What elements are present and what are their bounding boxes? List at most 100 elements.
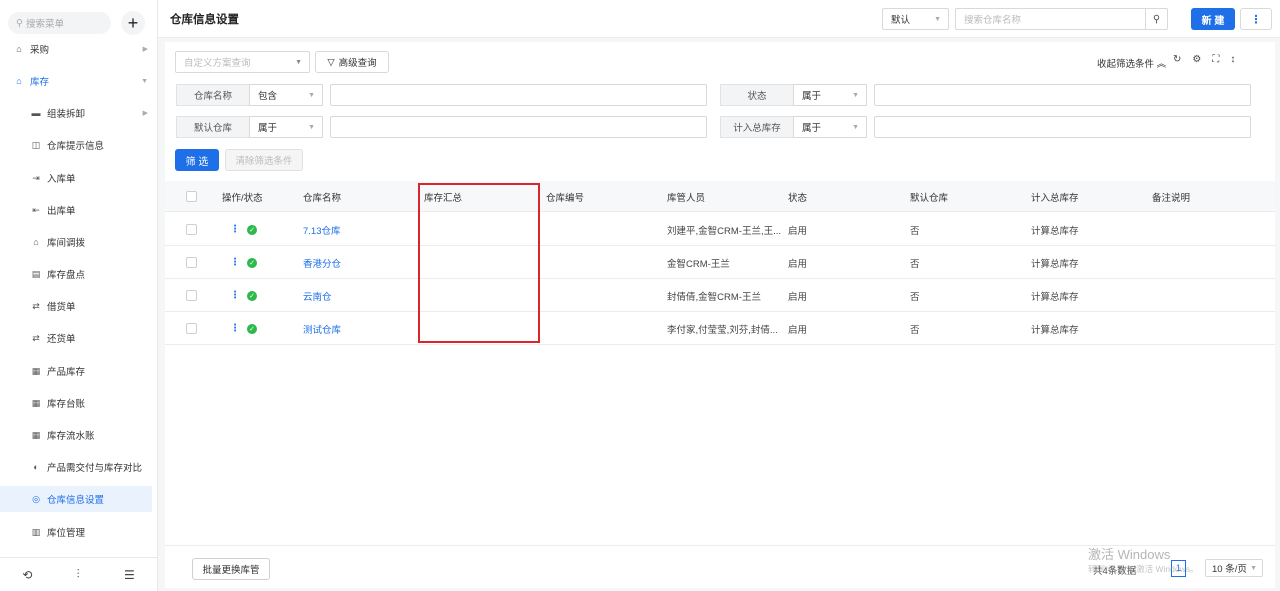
chevron-down-icon: ▼ xyxy=(308,123,315,131)
status-cell: 启用 xyxy=(788,258,808,270)
sidebar-item-inventory[interactable]: ⌂ 库存 ▼ xyxy=(0,68,152,94)
row-actions: ⋮ ✓ xyxy=(230,246,257,279)
assembly-icon: ▬ xyxy=(31,108,41,118)
sidebar-item-outbound[interactable]: ⇤ 出库单 xyxy=(0,197,152,223)
page-size-select[interactable]: 10 条/页 ▼ xyxy=(1205,559,1263,577)
outbound-icon: ⇤ xyxy=(32,204,40,215)
warehouse-name-link[interactable]: 7.13仓库 xyxy=(303,213,341,246)
sidebar-item-return[interactable]: ⇄ 还货单 xyxy=(0,325,152,351)
transfer-icon: ⌂ xyxy=(33,237,39,247)
sidebar-item-stock-ledger[interactable]: ▦ 库存台账 xyxy=(0,390,152,416)
row-checkbox[interactable] xyxy=(186,312,197,345)
fullscreen-icon[interactable]: ⛶ xyxy=(1212,54,1219,65)
info-card-icon: ◫ xyxy=(31,139,41,150)
chevron-down-icon: ▼ xyxy=(852,91,859,99)
warehouse-search-input[interactable]: 搜索仓库名称 ⚲ xyxy=(955,8,1168,30)
batch-change-keeper-button[interactable]: 批量更换库管 xyxy=(192,558,270,580)
row-menu-icon[interactable]: ⋮ xyxy=(230,257,240,268)
chevron-down-icon: ▼ xyxy=(295,58,302,66)
warehouse-name-link[interactable]: 测试仓库 xyxy=(303,312,341,345)
collapse-filters-link[interactable]: 收起筛选条件 ︽ xyxy=(1097,56,1166,70)
row-checkbox[interactable] xyxy=(186,279,197,312)
warehouse-name-link[interactable]: 香港分仓 xyxy=(303,246,341,279)
count-total-cell: 计算总库存 xyxy=(1031,258,1079,270)
check-circle-icon: ✓ xyxy=(247,290,257,301)
warehouse-icon: ⌂ xyxy=(16,76,22,86)
sidebar-item-location[interactable]: ▥ 库位管理 xyxy=(0,519,152,545)
select-all-checkbox[interactable] xyxy=(186,181,197,212)
borrow-icon: ⇄ xyxy=(32,300,40,311)
status-cell: 启用 xyxy=(788,324,808,336)
filter-value-status[interactable] xyxy=(874,84,1251,106)
filter-op-default[interactable]: 属于 ▼ xyxy=(249,116,323,138)
inbound-icon: ⇥ xyxy=(32,172,40,183)
default-cell: 否 xyxy=(910,258,920,270)
row-height-icon[interactable]: ↕ xyxy=(1230,54,1235,65)
table-row[interactable]: ⋮ ✓ 云南仓 封倩倩,金智CRM-王兰 启用 否 计算总库存 xyxy=(165,279,1275,312)
col-note[interactable]: 备注说明 xyxy=(1152,181,1190,212)
filter-value-default[interactable] xyxy=(330,116,707,138)
keepers-cell: 封倩倩,金智CRM-王兰 xyxy=(667,291,761,303)
filter-value-total-stock[interactable] xyxy=(874,116,1251,138)
filter-op-name[interactable]: 包含 ▼ xyxy=(249,84,323,106)
sidebar-item-stocktake[interactable]: ▤ 库存盘点 xyxy=(0,261,152,287)
col-default-warehouse[interactable]: 默认仓库 xyxy=(910,181,948,212)
col-warehouse-code[interactable]: 仓库编号 xyxy=(546,181,584,212)
filter-button[interactable]: 筛 选 xyxy=(175,149,219,171)
row-menu-icon[interactable]: ⋮ xyxy=(230,224,240,235)
collapse-menu-icon[interactable]: ☰ xyxy=(124,568,135,582)
col-actions-status: 操作/状态 xyxy=(222,192,263,204)
sidebar-footer: ⟲ ⫶ ☰ xyxy=(0,557,157,591)
sidebar-item-delivery-compare[interactable]: ◐ 产品需交付与库存对比 xyxy=(0,454,152,480)
page-title: 仓库信息设置 xyxy=(170,14,239,26)
menu-search-input[interactable]: ⚲ 搜索菜单 xyxy=(8,12,111,34)
col-keepers[interactable]: 库管人员 xyxy=(667,181,705,212)
sidebar-item-inbound[interactable]: ⇥ 入库单 xyxy=(0,165,152,191)
search-icon[interactable]: ⚲ xyxy=(1145,9,1167,29)
sidebar-item-warehouse-tips[interactable]: ◫ 仓库提示信息 xyxy=(0,132,152,158)
sidebar-item-borrow[interactable]: ⇄ 借货单 xyxy=(0,293,152,319)
history-icon[interactable]: ⟲ xyxy=(22,568,32,582)
sidebar-item-transfer[interactable]: ⌂ 库间调拨 xyxy=(0,229,152,255)
table-row[interactable]: ⋮ ✓ 测试仓库 李付家,付莹莹,刘芬,封倩... 启用 否 计算总库存 xyxy=(165,312,1275,345)
chevron-down-icon: ▼ xyxy=(141,77,148,85)
refresh-icon[interactable]: ↻ xyxy=(1173,54,1181,65)
row-menu-icon[interactable]: ⋮ xyxy=(230,290,240,301)
sidebar-item-product-stock[interactable]: ▦ 产品库存 xyxy=(0,358,152,384)
clipboard-icon: ▤ xyxy=(31,268,41,279)
chevron-down-icon: ▼ xyxy=(852,123,859,131)
more-options-button[interactable]: ⋮ xyxy=(1240,8,1272,30)
col-count-total[interactable]: 计入总库存 xyxy=(1031,181,1079,212)
sidebar-item-stock-journal[interactable]: ▦ 库存流水账 xyxy=(0,422,152,448)
warehouse-name-link[interactable]: 云南仓 xyxy=(303,279,332,312)
filter-op-status[interactable]: 属于 ▼ xyxy=(793,84,867,106)
add-menu-button[interactable]: + xyxy=(121,11,145,35)
sidebar-item-assembly[interactable]: ▬ 组装拆卸 ▶ xyxy=(0,100,152,126)
sidebar-item-warehouse-settings[interactable]: ◎ 仓库信息设置 xyxy=(0,486,152,512)
new-button[interactable]: 新 建 xyxy=(1191,8,1235,30)
view-select[interactable]: 默认 ▼ xyxy=(882,8,949,30)
count-total-cell: 计算总库存 xyxy=(1031,291,1079,303)
ledger-icon: ▦ xyxy=(31,397,41,408)
clear-filters-button[interactable]: 清除筛选条件 xyxy=(225,149,303,171)
check-circle-icon: ✓ xyxy=(247,257,257,268)
custom-scheme-select[interactable]: 自定义方案查询 ▼ xyxy=(175,51,310,73)
table-row[interactable]: ⋮ ✓ 7.13仓库 刘建平,金智CRM-王兰,王... 启用 否 计算总库存 xyxy=(165,213,1275,246)
sliders-icon[interactable]: ⫶ xyxy=(77,567,80,582)
row-menu-icon[interactable]: ⋮ xyxy=(230,323,240,334)
default-cell: 否 xyxy=(910,225,920,237)
col-warehouse-name[interactable]: 仓库名称 xyxy=(303,181,341,212)
settings-icon[interactable]: ⚙ xyxy=(1192,54,1201,65)
row-checkbox[interactable] xyxy=(186,246,197,279)
half-circle-icon: ◐ xyxy=(33,462,39,472)
sidebar-item-purchase[interactable]: ⌂ 采购 ▶ xyxy=(0,36,152,62)
col-status[interactable]: 状态 xyxy=(788,181,807,212)
table-row[interactable]: ⋮ ✓ 香港分仓 金智CRM-王兰 启用 否 计算总库存 xyxy=(165,246,1275,279)
return-icon: ⇄ xyxy=(32,332,40,343)
filter-value-name[interactable] xyxy=(330,84,707,106)
row-checkbox[interactable] xyxy=(186,213,197,246)
check-circle-icon: ✓ xyxy=(247,323,257,334)
chevron-down-icon: ▼ xyxy=(934,15,941,23)
filter-op-total-stock[interactable]: 属于 ▼ xyxy=(793,116,867,138)
advanced-query-button[interactable]: ▽ 高级查询 xyxy=(315,51,389,73)
